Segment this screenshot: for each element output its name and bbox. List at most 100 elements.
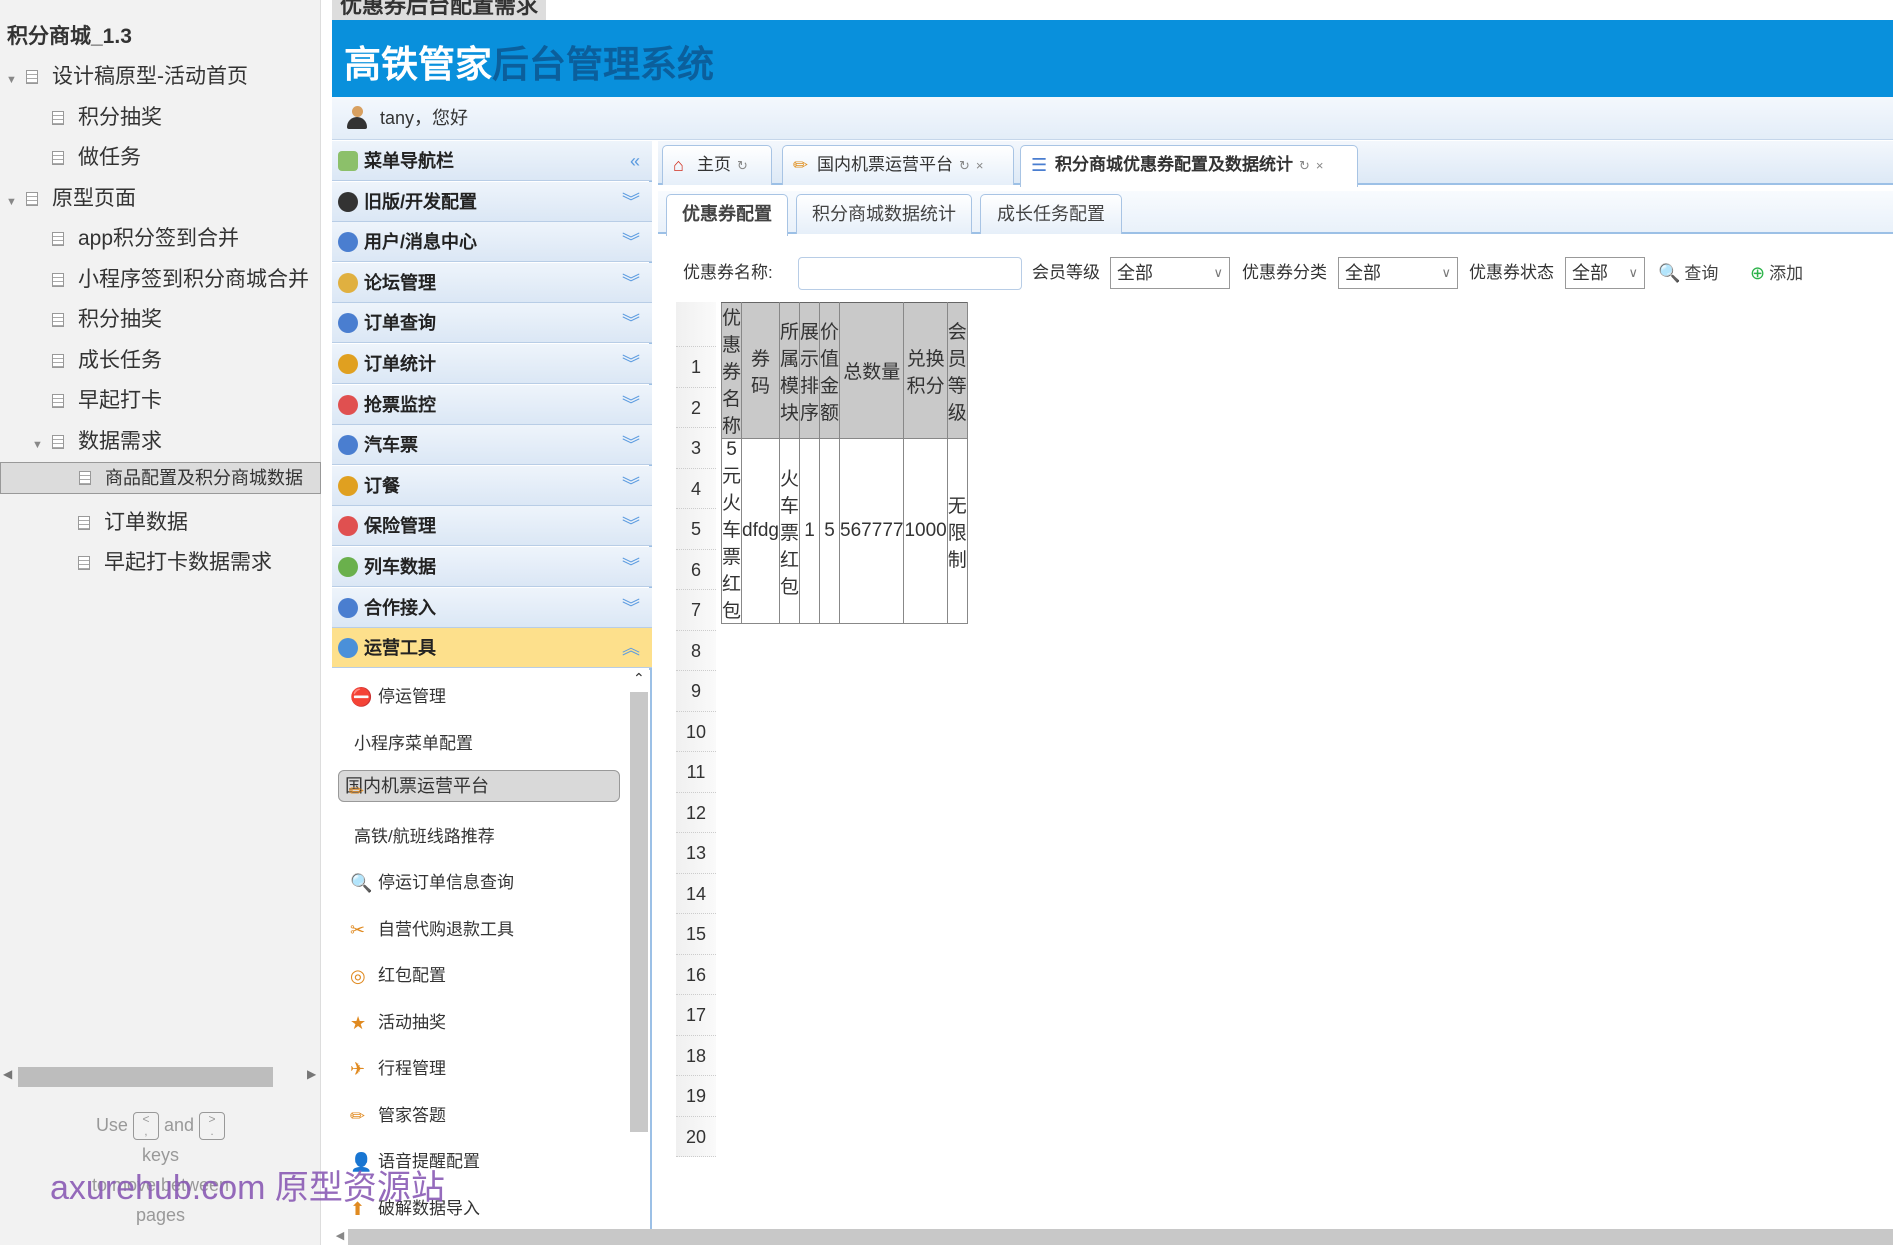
submenu-scrollbar[interactable]: ⌃: [628, 670, 650, 1229]
coupon-name-input[interactable]: [798, 257, 1022, 290]
page-title: 优惠券后台配置需求: [332, 0, 547, 20]
member-level-select[interactable]: 全部 ∨: [1110, 257, 1230, 289]
column-header[interactable]: 优惠券名称: [720, 302, 743, 439]
page-icon: [52, 394, 64, 408]
submenu-item[interactable]: 高铁/航班线路推荐: [340, 817, 620, 857]
tab-icon: ☰: [1031, 155, 1048, 175]
row-number: 13: [676, 833, 716, 874]
page-tree-item[interactable]: 成长任务: [0, 341, 321, 381]
column-header[interactable]: 总数量: [839, 302, 905, 439]
map-icon: [338, 151, 358, 171]
expand-triangle-icon[interactable]: ▼: [32, 425, 46, 462]
user-icon: [338, 638, 358, 659]
tab[interactable]: ✏ 国内机票运营平台 ↻ ×: [782, 145, 1014, 185]
coupon-status-select[interactable]: 全部 ∨: [1565, 257, 1645, 289]
tab[interactable]: ⌂ 主页 ↻: [662, 145, 772, 185]
submenu-item[interactable]: ✏ 管家答题: [340, 1096, 620, 1136]
page-icon: [78, 556, 90, 570]
column-header[interactable]: 所属模块: [778, 302, 801, 439]
column-header[interactable]: 券码: [741, 302, 780, 439]
key-comma-icon: < ,: [132, 1112, 159, 1141]
coupon-category-select[interactable]: 全部 ∨: [1338, 257, 1458, 289]
chevron-down-icon: ∨: [1628, 265, 1638, 280]
refresh-icon[interactable]: ↻: [959, 158, 970, 173]
submenu-item-icon: 🔍: [350, 873, 373, 893]
horizontal-scrollbar[interactable]: [18, 1067, 273, 1087]
page-tree-item[interactable]: ▼ 原型页面: [0, 179, 321, 219]
page-tree-item[interactable]: 早起打卡数据需求: [0, 543, 321, 583]
submenu-item[interactable]: ✏ 国内机票运营平台: [338, 770, 620, 802]
close-icon[interactable]: ×: [1316, 158, 1324, 173]
page-tree-item[interactable]: app积分签到合并: [0, 219, 321, 259]
page-tree-label: 设计稿原型-活动首页: [52, 65, 248, 88]
chevron-down-icon: ︾: [622, 516, 640, 537]
subtab-bar: 优惠券配置 积分商城数据统计 成长任务配置: [658, 191, 1893, 236]
menu-item[interactable]: 订单查询 ︾: [332, 303, 652, 344]
menu-item[interactable]: 订单统计 ︾: [332, 344, 652, 384]
subtab[interactable]: 成长任务配置: [980, 194, 1122, 234]
table-row[interactable]: 5元火车票红包 dfdg 火车票红包 1 5 567777 1000 无限制: [720, 438, 968, 624]
column-header[interactable]: 展示排序: [799, 302, 821, 439]
menu-item[interactable]: 旧版/开发配置 ︾: [332, 181, 652, 222]
submenu-item[interactable]: 🔍 停运订单信息查询: [340, 863, 620, 903]
query-button[interactable]: 🔍 查询: [1658, 253, 1718, 294]
menu-item-icon: [338, 557, 358, 577]
menu-item[interactable]: 保险管理 ︾: [332, 506, 652, 547]
table-cell: 567777: [839, 438, 905, 624]
tab[interactable]: ☰ 积分商城优惠券配置及数据统计 ↻ ×: [1020, 145, 1358, 187]
coupon-status-label: 优惠券状态: [1469, 263, 1554, 282]
expand-triangle-icon[interactable]: ▼: [6, 60, 20, 97]
add-button[interactable]: ⊕ 添加: [1750, 253, 1803, 294]
menu-item[interactable]: 汽车票 ︾: [332, 425, 652, 466]
column-header[interactable]: 兑换积分: [903, 302, 948, 439]
page-tree-panel: 积分商城_1.3 ▼ 设计稿原型-活动首页 积分抽奖 做任务 ▼ 原型页面 app积分签到合…: [0, 0, 321, 1245]
page-tree-label: 订单数据: [104, 510, 188, 534]
page-icon: [52, 110, 64, 125]
menu-item-ops-tools[interactable]: 运营工具 ︽: [332, 628, 652, 669]
submenu-item[interactable]: ◎ 红包配置: [340, 956, 620, 996]
menu-item-icon: [338, 597, 358, 618]
page-tree-item[interactable]: 积分抽奖: [0, 300, 321, 340]
page-tree-item[interactable]: 小程序签到积分商城合并: [0, 260, 321, 300]
page-tree-item[interactable]: ▼ 设计稿原型-活动首页: [0, 57, 321, 97]
column-header[interactable]: 会员等级: [946, 302, 968, 439]
refresh-icon[interactable]: ↻: [737, 158, 748, 173]
app-title-secondary: 后台管理系统: [492, 44, 714, 85]
close-icon[interactable]: ×: [976, 158, 984, 173]
member-level-label: 会员等级: [1032, 263, 1100, 282]
menu-item[interactable]: 列车数据 ︾: [332, 547, 652, 587]
submenu-item[interactable]: ✂ 自营代购退款工具: [340, 910, 620, 950]
menu-item[interactable]: 论坛管理 ︾: [332, 262, 652, 303]
scroll-right-arrow[interactable]: ▶: [307, 1067, 316, 1081]
table-cell: dfdg: [741, 438, 780, 624]
page-tree-item[interactable]: 商品配置及积分商城数据: [0, 462, 321, 494]
expand-triangle-icon[interactable]: ▼: [6, 182, 20, 219]
page-tree-item[interactable]: ▼ 数据需求: [0, 422, 321, 462]
page-tree-item[interactable]: 积分抽奖: [0, 98, 321, 138]
table-cell: 1000: [903, 438, 948, 624]
menu-item[interactable]: 订餐 ︾: [332, 465, 652, 506]
collapse-icon[interactable]: «: [630, 141, 640, 181]
page-tree-item[interactable]: 做任务: [0, 138, 321, 178]
menu-item[interactable]: 合作接入 ︾: [332, 587, 652, 628]
menu-item[interactable]: 用户/消息中心 ︾: [332, 222, 652, 263]
row-number: 15: [676, 914, 716, 955]
submenu-item[interactable]: ⛔ 停运管理: [340, 677, 620, 717]
page-tree-label: 小程序签到积分商城合并: [78, 267, 309, 291]
submenu-item[interactable]: ★ 活动抽奖: [340, 1003, 620, 1043]
subtab[interactable]: 优惠券配置: [666, 194, 788, 236]
submenu-item[interactable]: 小程序菜单配置: [340, 724, 620, 764]
row-number: 7: [676, 590, 716, 631]
column-header[interactable]: 价值金额: [819, 302, 841, 439]
page-tree-item[interactable]: 早起打卡: [0, 381, 321, 421]
page-tree-item[interactable]: 订单数据: [0, 503, 321, 543]
subtab[interactable]: 积分商城数据统计: [796, 194, 972, 234]
menu-header[interactable]: 菜单导航栏 «: [332, 141, 652, 181]
refresh-icon[interactable]: ↻: [1299, 158, 1310, 173]
horizontal-scrollbar[interactable]: ◀: [332, 1229, 1893, 1245]
menu-item[interactable]: 抢票监控 ︾: [332, 384, 652, 425]
page-icon: [52, 313, 64, 327]
submenu-item[interactable]: ✈ 行程管理: [340, 1049, 620, 1089]
page-icon: [52, 272, 64, 287]
scroll-left-arrow[interactable]: ◀: [3, 1067, 12, 1081]
